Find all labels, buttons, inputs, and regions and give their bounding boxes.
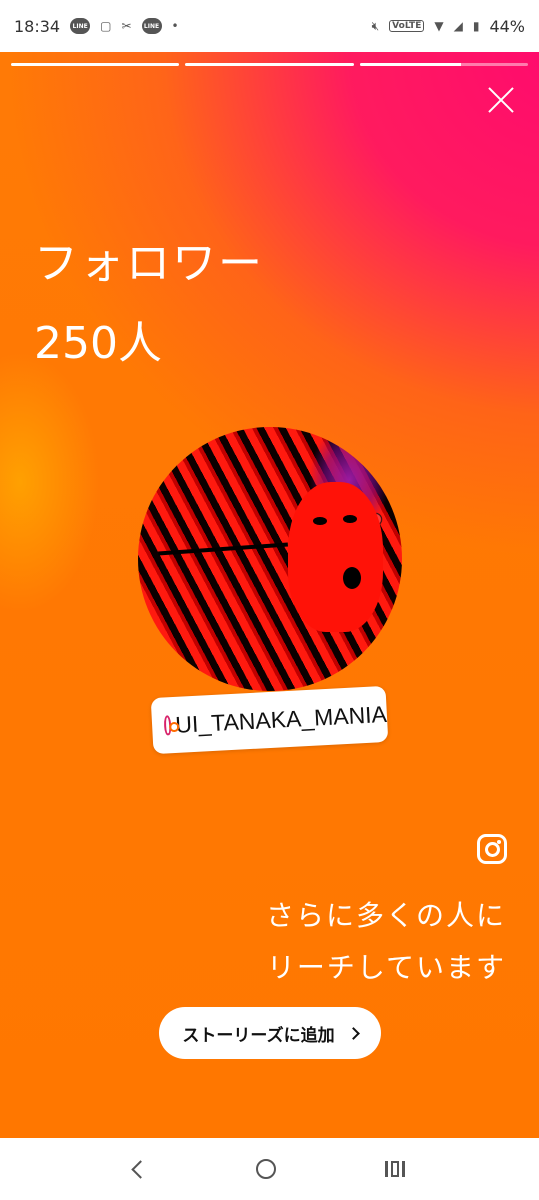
volte-badge: VoLTE: [389, 20, 425, 32]
wifi-icon: ▼: [434, 19, 444, 33]
home-icon[interactable]: [255, 1159, 276, 1179]
progress-segment: [11, 63, 180, 66]
instagram-icon: [477, 834, 507, 864]
avatar-art: [343, 567, 361, 589]
avatar-art: [288, 482, 383, 632]
story-card[interactable]: フォロワー 250人 UI_TANAKA_MANIA さらに多くの人に リーチし…: [0, 52, 539, 1138]
line-icon: LINE: [141, 18, 162, 34]
close-icon[interactable]: [487, 86, 515, 114]
username-label: UI_TANAKA_MANIA: [174, 700, 388, 738]
story-progress: [11, 63, 528, 66]
signal-icon: ◢: [453, 19, 463, 33]
back-icon[interactable]: [131, 1159, 151, 1179]
mute-icon: 🔇︎: [371, 18, 380, 33]
chevron-right-icon: [346, 1026, 360, 1040]
reach-text: さらに多くの人に リーチしています: [266, 890, 506, 994]
progress-segment: [185, 63, 354, 66]
follower-headline: フォロワー 250人: [34, 224, 264, 384]
progress-fill: [359, 63, 461, 66]
profile-avatar: [138, 427, 402, 691]
add-to-story-button[interactable]: ストーリーズに追加: [159, 1007, 381, 1059]
capcut-icon: ✂: [121, 19, 132, 33]
clock: 18:34: [14, 16, 61, 36]
dot-icon: •: [171, 19, 179, 33]
reach-line: さらに多くの人に: [265, 899, 506, 932]
status-bar: 18:34 LINE ▢ ✂ LINE • 🔇︎ VoLTE ▼ ◢ ▮ 44%: [0, 0, 539, 52]
reach-line: リーチしています: [266, 951, 506, 984]
avatar-art: [343, 515, 357, 523]
headline-label: フォロワー: [34, 238, 264, 289]
battery-percent: 44%: [489, 16, 525, 36]
progress-fill: [11, 63, 180, 66]
threads-icon: [163, 715, 172, 736]
navigation-bar: [0, 1138, 539, 1200]
progress-fill: [185, 63, 354, 66]
username-tag[interactable]: UI_TANAKA_MANIA: [150, 685, 389, 755]
line-icon: LINE: [70, 18, 91, 34]
follower-count: 250人: [34, 318, 162, 369]
avatar-art: [313, 517, 327, 525]
recent-apps-icon[interactable]: [384, 1161, 405, 1177]
battery-icon: ▮: [472, 19, 480, 33]
notes-icon: ▢: [100, 19, 112, 33]
avatar-art: [158, 542, 288, 556]
progress-segment: [359, 63, 528, 66]
add-to-story-label: ストーリーズに追加: [182, 1025, 335, 1046]
